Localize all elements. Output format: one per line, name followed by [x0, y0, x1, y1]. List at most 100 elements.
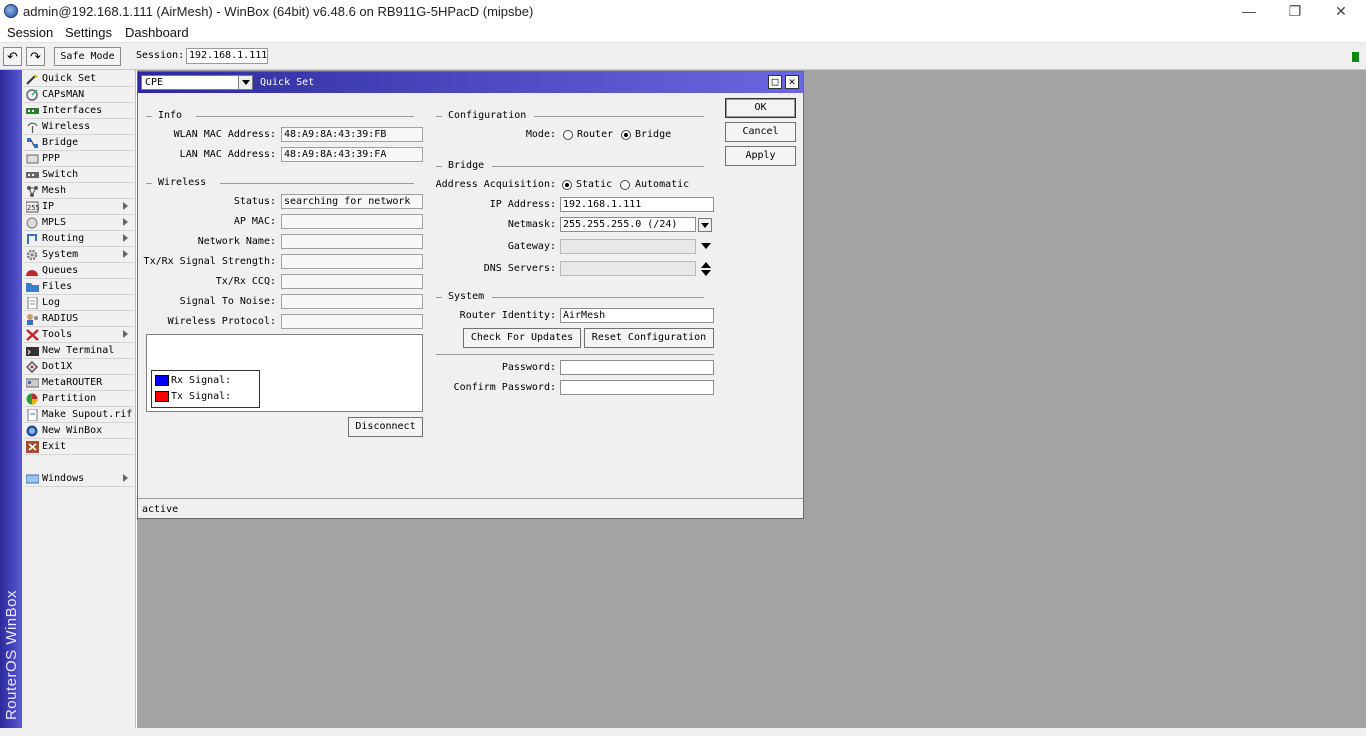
- password-input[interactable]: [560, 360, 714, 375]
- side-menu: Quick Set CAPsMAN Interfaces Wireless Br…: [22, 70, 136, 728]
- sidemenu-item-interfaces[interactable]: Interfaces: [24, 103, 134, 119]
- protocol-label: Wireless Protocol:: [167, 316, 276, 327]
- signal-legend: Rx Signal: Tx Signal:: [151, 370, 260, 408]
- sidemenu-item-new-terminal[interactable]: New Terminal: [24, 343, 134, 359]
- sidemenu-item-tools[interactable]: Tools: [24, 327, 134, 343]
- sidemenu-item-metarouter[interactable]: MetaROUTER: [24, 375, 134, 391]
- supout-icon: [27, 409, 38, 421]
- folder-icon: [26, 283, 39, 292]
- sidemenu-item-files[interactable]: Files: [24, 279, 134, 295]
- router-identity-input[interactable]: AirMesh: [560, 308, 714, 323]
- mode-router-radio[interactable]: [563, 130, 573, 140]
- chevron-right-icon: [123, 202, 128, 210]
- winbox-app-icon: [4, 4, 18, 18]
- netmask-dropdown-icon[interactable]: [698, 218, 712, 232]
- menu-dashboard[interactable]: Dashboard: [125, 25, 189, 40]
- ccq-field: [281, 274, 423, 289]
- sidemenu-item-radius[interactable]: RADIUS: [24, 311, 134, 327]
- sidemenu-item-new-winbox[interactable]: New WinBox: [24, 423, 134, 439]
- wand-icon: [26, 74, 38, 85]
- check-for-updates-button[interactable]: Check For Updates: [463, 328, 581, 348]
- sidemenu-item-log[interactable]: Log: [24, 295, 134, 311]
- password-label: Password:: [501, 362, 556, 373]
- netmask-input[interactable]: 255.255.255.0 (/24): [560, 217, 696, 232]
- wireless-section-header: Wireless: [146, 177, 414, 189]
- sidemenu-item-capsman[interactable]: CAPsMAN: [24, 87, 134, 103]
- sidemenu-item-routing[interactable]: Routing: [24, 231, 134, 247]
- network-name-field: [281, 234, 423, 249]
- sidemenu-item-ppp[interactable]: PPP: [24, 151, 134, 167]
- session-label: Session:: [136, 50, 185, 61]
- svg-text:255: 255: [27, 204, 39, 212]
- sidemenu-item-wireless[interactable]: Wireless: [24, 119, 134, 135]
- safe-mode-button[interactable]: Safe Mode: [54, 47, 121, 66]
- chevron-right-icon: [123, 330, 128, 338]
- chevron-right-icon: [123, 218, 128, 226]
- sidemenu-item-partition[interactable]: Partition: [24, 391, 134, 407]
- dns-servers-label: DNS Servers:: [483, 263, 556, 274]
- mode-bridge-radio[interactable]: [621, 130, 631, 140]
- mode-router-label: Router: [577, 129, 614, 140]
- redo-button[interactable]: ↷: [26, 47, 45, 66]
- metarouter-icon: [26, 378, 39, 388]
- sidemenu-item-switch[interactable]: Switch: [24, 167, 134, 183]
- ap-mac-field: [281, 214, 423, 229]
- wlan-mac-label: WLAN MAC Address:: [173, 129, 276, 140]
- dns-down-icon[interactable]: [701, 270, 711, 276]
- bridge-icon: [27, 138, 38, 148]
- dialog-restore-button[interactable]: □: [768, 75, 782, 89]
- toolbar: ↶ ↷ Safe Mode Session: 192.168.1.111: [0, 43, 1366, 70]
- sidemenu-item-quick-set[interactable]: Quick Set: [24, 71, 134, 87]
- restore-button[interactable]: ❐: [1284, 2, 1306, 20]
- dialog-close-button[interactable]: ✕: [785, 75, 799, 89]
- reset-configuration-button[interactable]: Reset Configuration: [584, 328, 714, 348]
- rx-signal-swatch: [155, 375, 169, 386]
- sidemenu-item-mpls[interactable]: MPLS: [24, 215, 134, 231]
- menu-settings[interactable]: Settings: [65, 25, 112, 40]
- ip-address-input[interactable]: 192.168.1.111: [560, 197, 714, 212]
- undo-button[interactable]: ↶: [3, 47, 22, 66]
- sidemenu-item-windows[interactable]: Windows: [24, 471, 134, 487]
- ok-button[interactable]: OK: [725, 98, 796, 118]
- status-label: Status:: [233, 196, 276, 207]
- sidemenu-item-queues[interactable]: Queues: [24, 263, 134, 279]
- configuration-section-header: Configuration: [436, 110, 704, 122]
- interfaces-icon: [26, 108, 39, 114]
- sidemenu-item-ip[interactable]: 255 IP: [24, 199, 134, 215]
- close-button[interactable]: ✕: [1330, 2, 1352, 20]
- window-title: admin@192.168.1.111 (AirMesh) - WinBox (…: [23, 4, 534, 19]
- windows-icon: [26, 474, 39, 484]
- apply-button[interactable]: Apply: [725, 146, 796, 166]
- lan-mac-field: 48:A9:8A:43:39:FA: [281, 147, 423, 162]
- sidemenu-item-dot1x[interactable]: Dot1X: [24, 359, 134, 375]
- netmask-label: Netmask:: [507, 219, 556, 230]
- dialog-title-bar[interactable]: CPE Quick Set □ ✕: [138, 72, 803, 93]
- dns-up-icon[interactable]: [701, 262, 711, 268]
- ap-mac-label: AP MAC:: [233, 216, 276, 227]
- menu-session[interactable]: Session: [7, 25, 53, 40]
- mode-bridge-label: Bridge: [635, 129, 672, 140]
- lan-mac-label: LAN MAC Address:: [179, 149, 276, 160]
- signal-graph: Rx Signal: Tx Signal:: [146, 334, 423, 412]
- title-bar: admin@192.168.1.111 (AirMesh) - WinBox (…: [0, 0, 1366, 22]
- confirm-password-input[interactable]: [560, 380, 714, 395]
- bridge-section-header: Bridge: [436, 160, 704, 172]
- mode-select[interactable]: CPE: [141, 75, 253, 90]
- acquisition-automatic-radio[interactable]: [620, 180, 630, 190]
- sidemenu-item-mesh[interactable]: Mesh: [24, 183, 134, 199]
- cancel-button[interactable]: Cancel: [725, 122, 796, 142]
- minimize-button[interactable]: —: [1238, 2, 1260, 20]
- gateway-dropdown-icon[interactable]: [701, 243, 711, 249]
- info-section-header: Info: [146, 110, 414, 122]
- sidemenu-item-system[interactable]: System: [24, 247, 134, 263]
- sidemenu-item-bridge[interactable]: Bridge: [24, 135, 134, 151]
- disconnect-button[interactable]: Disconnect: [348, 417, 423, 437]
- exit-icon: [26, 441, 39, 453]
- session-field[interactable]: 192.168.1.111: [186, 48, 268, 64]
- sidemenu-item-make-supout[interactable]: Make Supout.rif: [24, 407, 134, 423]
- connection-status-indicator: [1352, 52, 1359, 62]
- chevron-down-icon[interactable]: [238, 76, 252, 89]
- acquisition-static-radio[interactable]: [562, 180, 572, 190]
- sidemenu-item-exit[interactable]: Exit: [24, 439, 134, 455]
- snr-field: [281, 294, 423, 309]
